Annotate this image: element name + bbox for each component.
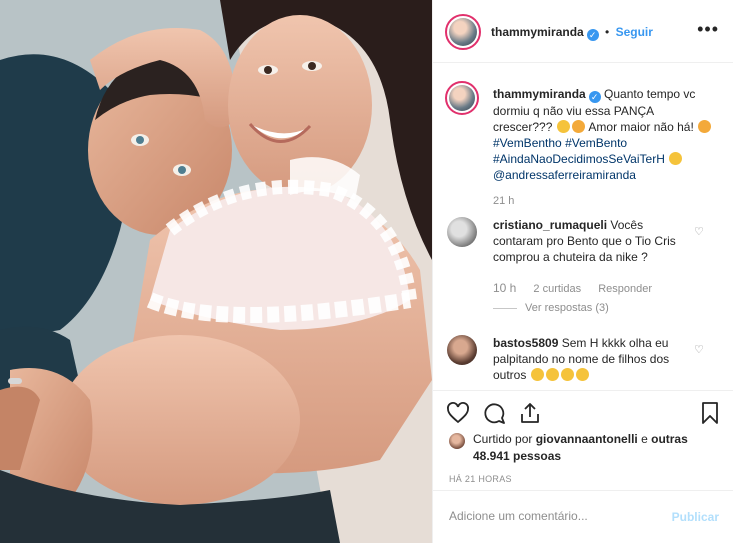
comment-item: bastos5809 Sem H kkkk olha eu palpitando… [493,335,693,383]
reply-button[interactable]: Responder [598,283,652,295]
post-actions: Curtido por giovannaantonelli e outras 4… [433,390,733,490]
hashtag-link[interactable]: #VemBento [565,136,627,150]
liker-username[interactable]: giovannaantonelli [536,432,638,446]
caption-username[interactable]: thammymiranda [493,87,586,101]
caption-time[interactable]: 21 h [493,195,514,207]
post-sidebar: thammymiranda ✓ • Seguir ••• thammymirand… [432,0,733,543]
laughing-emoji-icon [669,152,683,165]
post-header: thammymiranda ✓ • Seguir ••• [433,0,733,63]
comment-meta: 10 h 2 curtidas Responder [493,281,652,295]
comment-likes[interactable]: 2 curtidas [533,283,581,295]
comment-time[interactable]: 10 h [493,281,516,295]
caption-avatar[interactable] [445,81,479,115]
comment-icon[interactable] [482,401,506,425]
heart-eyes-emoji-icon [571,120,585,133]
laughing-emoji-icon [560,368,574,381]
instagram-post: thammymiranda ✓ • Seguir ••• thammymirand… [0,0,733,543]
heart-eyes-emoji-icon [698,120,712,133]
heart-icon[interactable] [446,401,470,425]
caption-text-2: Amor maior não há! [588,120,694,134]
view-replies[interactable]: Ver respostas (3) [493,302,609,314]
comment-like-heart-icon[interactable]: ♡ [694,225,705,238]
laughing-emoji-icon [530,368,544,381]
comment-like-heart-icon[interactable]: ♡ [694,343,705,356]
commenter-avatar[interactable] [447,335,477,365]
bookmark-icon[interactable] [698,401,722,425]
author-username[interactable]: thammymiranda [491,25,584,39]
comment-username[interactable]: bastos5809 [493,336,558,350]
post-photo[interactable] [0,0,432,543]
verified-badge-icon: ✓ [588,91,601,103]
mention-link[interactable]: @andressaferreiramiranda [493,168,636,182]
publish-button[interactable]: Publicar [672,510,719,524]
laughing-emoji-icon [556,120,570,133]
header-user-line: thammymiranda ✓ • Seguir [491,25,653,41]
comments-section[interactable]: thammymiranda ✓ Quanto tempo vc dormiu q … [433,63,733,390]
add-comment-bar: Publicar [433,490,733,543]
author-avatar[interactable] [445,14,481,50]
laughing-emoji-icon [545,368,559,381]
post-photo-illustration [0,0,432,543]
replies-divider [493,307,517,309]
liker-avatar[interactable] [449,433,465,449]
hashtag-link[interactable]: #VemBentho [493,136,562,150]
hashtag-link[interactable]: #AindaNaoDecidimosSeVaiTerH [493,152,665,166]
header-separator: • [605,25,610,39]
laughing-emoji-icon [575,368,589,381]
comment-item: cristiano_rumaqueli Vocês contaram pro B… [493,217,693,265]
likes-summary: Curtido por giovannaantonelli e outras 4… [473,431,723,465]
verified-badge-icon: ✓ [586,29,599,41]
comment-input[interactable] [447,508,661,524]
likes-and: e [641,432,648,446]
more-options-icon[interactable]: ••• [697,20,719,38]
likes-prefix: Curtido por [473,432,533,446]
post-timestamp[interactable]: HÁ 21 HORAS [449,474,512,484]
share-icon[interactable] [518,401,542,425]
view-replies-label: Ver respostas (3) [525,302,609,314]
follow-button[interactable]: Seguir [616,25,653,39]
caption: thammymiranda ✓ Quanto tempo vc dormiu q … [493,86,715,183]
commenter-avatar[interactable] [447,217,477,247]
comment-username[interactable]: cristiano_rumaqueli [493,218,607,232]
